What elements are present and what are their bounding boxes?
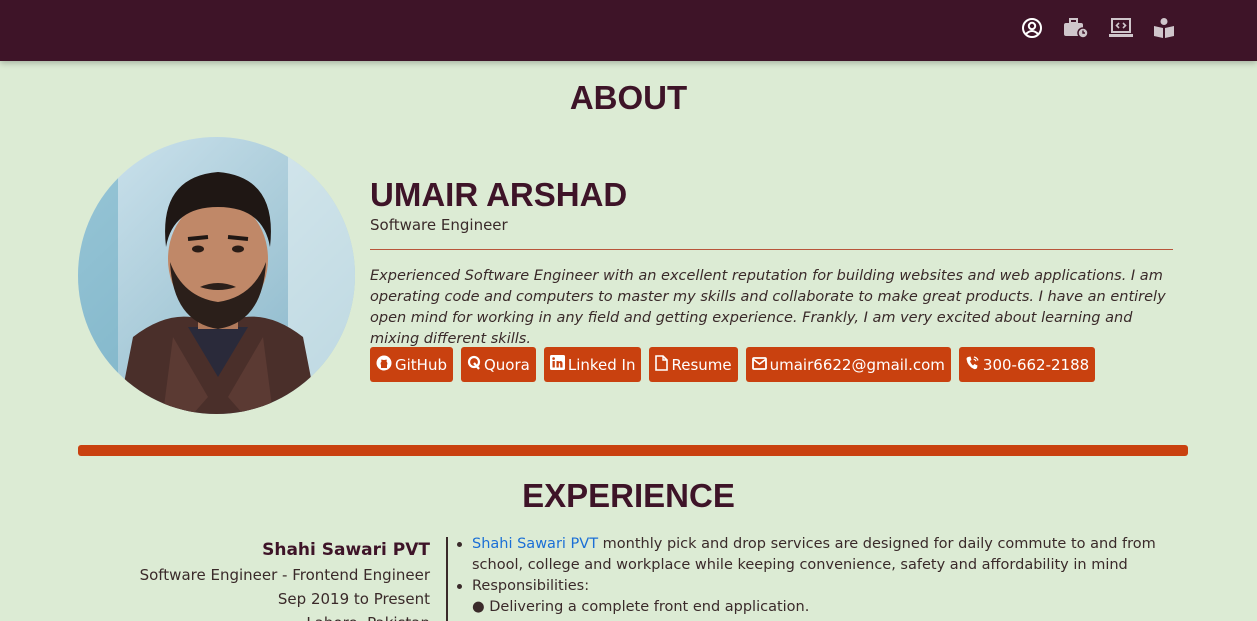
book-reader-icon[interactable] [1152,16,1176,40]
phone-label: 300-662-2188 [982,355,1090,374]
resume-label: Resume [671,355,732,374]
github-button[interactable]: GitHub [370,347,453,382]
file-icon [655,354,671,375]
linkedin-icon [549,355,568,374]
top-navbar [0,0,1257,61]
experience-title: EXPERIENCE [522,477,735,514]
about-title: ABOUT [569,79,688,116]
job-position: Software Engineer - Frontend Engineer [139,566,430,584]
company-link[interactable]: Shahi Sawari PVT [472,536,598,552]
profile-photo [78,137,355,414]
briefcase-clock-icon[interactable] [1062,16,1090,40]
github-label: GitHub [395,355,447,374]
linkedin-button[interactable]: Linked In [543,347,642,382]
timeline-line [446,537,448,621]
company-name: Shahi Sawari PVT [262,540,430,560]
about-divider [370,249,1173,250]
responsibilities-label: Responsibilities: [457,576,1162,597]
resume-button[interactable]: Resume [649,347,738,382]
job-location: Lahore, Pakistan [140,611,430,621]
quora-button[interactable]: Quora [460,347,536,382]
profile-name: UMAIR ARSHAD [370,176,628,213]
job-period: Sep 2019 to Present [277,590,430,608]
github-icon [376,355,395,375]
experience-meta: Shahi Sawari PVT Software Engineer - Fro… [140,537,430,621]
email-label: umair6622@gmail.com [769,355,945,374]
section-separator-bar [78,445,1188,456]
email-button[interactable]: umair6622@gmail.com [745,347,951,382]
profile-bio: Experienced Software Engineer with an ex… [370,268,1166,347]
user-circle-icon[interactable] [1020,16,1044,40]
phone-button[interactable]: 300-662-2188 [958,347,1096,382]
phone-icon [965,355,983,375]
responsibility-item: ● Delivering a complete front end applic… [472,599,810,615]
laptop-code-icon[interactable] [1108,16,1134,40]
envelope-icon [751,356,770,374]
experience-details: Shahi Sawari PVT monthly pick and drop s… [457,534,1162,618]
profile-role: Software Engineer [370,216,508,234]
company-description: Shahi Sawari PVT monthly pick and drop s… [457,534,1162,576]
linkedin-label: Linked In [567,355,636,374]
contact-links: GitHub Quora Linked In Resume umair6622@… [370,347,1096,382]
quora-icon [467,355,484,375]
quora-label: Quora [483,355,530,374]
